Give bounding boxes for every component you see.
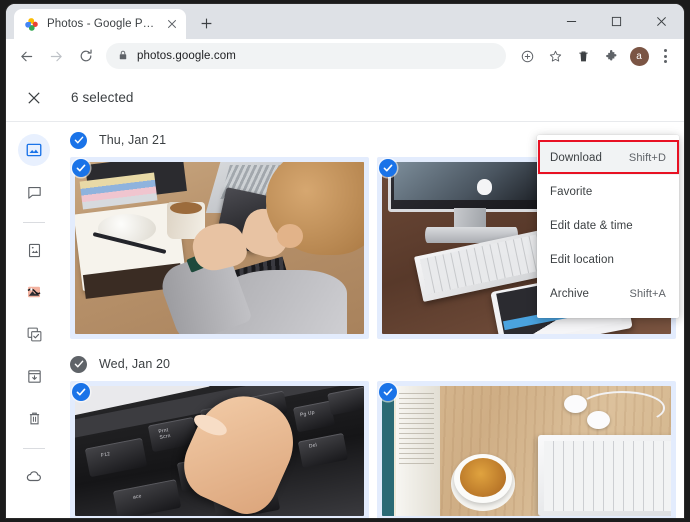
minimize-button[interactable] bbox=[549, 4, 594, 39]
tab-strip: Photos - Google Photos bbox=[6, 4, 684, 39]
url-text: photos.google.com bbox=[137, 50, 236, 62]
sidebar-divider bbox=[23, 222, 45, 223]
menu-item-shortcut: Shift+A bbox=[629, 288, 666, 300]
trash-icon bbox=[29, 412, 39, 424]
reload-button[interactable] bbox=[72, 42, 100, 70]
forward-button[interactable] bbox=[42, 42, 70, 70]
context-menu: Download Shift+D Favorite Edit date & ti… bbox=[537, 135, 679, 318]
photo-select-checkbox[interactable] bbox=[72, 383, 90, 401]
sidebar-item-albums[interactable] bbox=[18, 234, 50, 266]
address-bar[interactable]: photos.google.com bbox=[106, 43, 506, 69]
window-controls bbox=[549, 4, 684, 39]
chat-bubble-icon bbox=[27, 186, 41, 199]
photo-image: F12 PrntScrn ScrollLock Pg Up Ins bbox=[75, 386, 364, 516]
photo-tile[interactable] bbox=[377, 381, 676, 518]
sidebar-item-sharing[interactable] bbox=[18, 318, 50, 350]
sidebar-item-storage[interactable] bbox=[18, 460, 50, 492]
photo-image bbox=[382, 386, 671, 516]
menu-item-label: Download bbox=[550, 152, 602, 164]
lock-icon bbox=[118, 47, 128, 65]
google-photos-favicon-icon bbox=[24, 17, 39, 32]
menu-item-edit-location[interactable]: Edit location bbox=[537, 243, 679, 277]
menu-item-edit-date-time[interactable]: Edit date & time bbox=[537, 209, 679, 243]
selection-toolbar: 6 selected bbox=[6, 74, 684, 122]
photo-tile[interactable]: F12 PrntScrn ScrollLock Pg Up Ins bbox=[70, 381, 369, 518]
bookmark-star-icon[interactable] bbox=[542, 43, 568, 69]
photos-icon bbox=[26, 143, 42, 157]
browser-toolbar: photos.google.com a bbox=[6, 39, 684, 74]
cloud-icon bbox=[26, 471, 41, 482]
photo-row-2: F12 PrntScrn ScrollLock Pg Up Ins bbox=[62, 381, 684, 518]
explore-icon bbox=[27, 286, 41, 298]
browser-window: Photos - Google Photos bbox=[6, 4, 684, 518]
profile-avatar[interactable]: a bbox=[626, 43, 652, 69]
photo-image bbox=[75, 162, 364, 334]
sidebar-item-trash[interactable] bbox=[18, 402, 50, 434]
menu-item-favorite[interactable]: Favorite bbox=[537, 175, 679, 209]
browser-tab[interactable]: Photos - Google Photos bbox=[14, 9, 186, 39]
photo-select-checkbox[interactable] bbox=[379, 159, 397, 177]
photo-select-checkbox[interactable] bbox=[72, 159, 90, 177]
close-window-button[interactable] bbox=[639, 4, 684, 39]
date-select-checkbox[interactable] bbox=[70, 131, 87, 149]
tab-title: Photos - Google Photos bbox=[47, 18, 156, 30]
menu-item-label: Edit date & time bbox=[550, 220, 633, 232]
browser-menu-button[interactable] bbox=[654, 43, 676, 69]
date-select-checkbox[interactable] bbox=[70, 355, 87, 373]
dot bbox=[663, 49, 667, 52]
menu-item-label: Archive bbox=[550, 288, 590, 300]
new-tab-button[interactable] bbox=[192, 9, 220, 37]
selection-count-label: 6 selected bbox=[71, 90, 134, 105]
sidebar-item-photos[interactable] bbox=[18, 134, 50, 166]
avatar-letter: a bbox=[629, 46, 649, 66]
date-label: Wed, Jan 20 bbox=[99, 357, 171, 371]
dot bbox=[663, 54, 667, 58]
close-selection-icon[interactable] bbox=[22, 86, 46, 110]
album-book-icon bbox=[28, 243, 40, 257]
delete-trash-icon[interactable] bbox=[570, 43, 596, 69]
menu-item-label: Edit location bbox=[550, 254, 614, 266]
dot bbox=[663, 60, 667, 63]
page-content: 6 selected Thu, Jan 21 Wed, Jan 20 F12 P… bbox=[6, 74, 684, 518]
menu-item-label: Favorite bbox=[550, 186, 593, 198]
date-header-group-2: Wed, Jan 20 bbox=[62, 347, 684, 381]
photo-tile[interactable] bbox=[70, 157, 369, 339]
app-sidebar bbox=[6, 123, 62, 518]
sidebar-item-archive[interactable] bbox=[18, 360, 50, 392]
sidebar-item-explore[interactable] bbox=[18, 276, 50, 308]
archive-box-icon bbox=[27, 369, 41, 383]
menu-item-shortcut: Shift+D bbox=[628, 152, 666, 164]
sharing-check-icon bbox=[27, 327, 41, 341]
sidebar-item-chat[interactable] bbox=[18, 176, 50, 208]
maximize-button[interactable] bbox=[594, 4, 639, 39]
tab-close-icon[interactable] bbox=[164, 16, 180, 32]
menu-item-download[interactable]: Download Shift+D bbox=[537, 141, 679, 175]
back-button[interactable] bbox=[12, 42, 40, 70]
menu-item-archive[interactable]: Archive Shift+A bbox=[537, 277, 679, 311]
share-icon[interactable] bbox=[514, 43, 540, 69]
sidebar-divider-2 bbox=[23, 448, 45, 449]
photo-select-checkbox[interactable] bbox=[379, 383, 397, 401]
extensions-puzzle-icon[interactable] bbox=[598, 43, 624, 69]
date-label: Thu, Jan 21 bbox=[99, 133, 167, 147]
